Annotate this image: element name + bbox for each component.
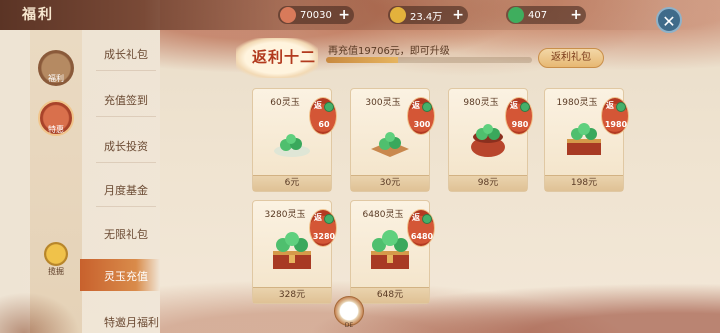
resource-jade: 407 +	[506, 6, 586, 24]
emblem-label: DE	[344, 322, 354, 329]
menu-divider	[96, 162, 156, 163]
rebate-progress-bar	[326, 57, 532, 63]
jade-package-card[interactable]: 300灵玉 返 300 30元	[350, 88, 435, 192]
card-price: 198元	[570, 178, 598, 188]
jade-package-card[interactable]: 3280灵玉 返 3280 328元	[252, 200, 337, 304]
jade-icon	[520, 102, 530, 112]
category-label-welfare: 福利	[48, 74, 64, 83]
silk-icon	[280, 7, 296, 23]
add-jade-button[interactable]: +	[570, 6, 582, 24]
jade-package-card[interactable]: 1980灵玉 返 1980 198元	[544, 88, 629, 192]
close-icon[interactable]: ✕	[656, 7, 682, 33]
rail-decoration	[0, 292, 80, 333]
bonus-label: 返	[510, 101, 518, 110]
bonus-amount: 6480	[410, 232, 434, 241]
card-price-bar: 198元	[545, 175, 623, 191]
category-label-special: 特惠	[48, 125, 64, 134]
jade-package-card[interactable]: 6480灵玉 返 6480 648元	[350, 200, 435, 304]
rebate-gift-button[interactable]: 返利礼包	[538, 48, 604, 68]
jade-chest-icon	[269, 227, 315, 269]
menu-item-monthly-fund[interactable]: 月度基金	[104, 182, 148, 198]
bonus-label: 返	[314, 213, 322, 222]
add-gold-button[interactable]: +	[452, 6, 464, 24]
menu-item-invite-monthly[interactable]: 特邀月福利	[104, 314, 159, 330]
card-title: 3280灵玉	[264, 210, 306, 220]
menu-divider	[96, 70, 156, 71]
top-bar	[0, 0, 720, 30]
recharge-hint: 再充值19706元，即可升级	[328, 46, 450, 57]
category-label-dig: 揽掘	[48, 267, 64, 276]
jade-pouch-icon	[465, 121, 511, 157]
card-price-bar: 648元	[351, 287, 429, 303]
bonus-ribbon: 返 6480	[407, 209, 435, 247]
bonus-ribbon: 返 980	[505, 97, 533, 135]
jade-chest-icon	[367, 227, 413, 269]
card-price-bar: 30元	[351, 175, 429, 191]
coin-icon[interactable]	[44, 242, 68, 266]
jade-icon	[616, 102, 626, 112]
menu-item-growth-pack[interactable]: 成长礼包	[104, 46, 148, 62]
jade-package-card[interactable]: 980灵玉 返 980 98元	[448, 88, 533, 192]
add-silk-button[interactable]: +	[338, 6, 350, 24]
menu-item-recharge-signin[interactable]: 充值签到	[104, 92, 148, 108]
bonus-amount: 3280	[312, 232, 336, 241]
menu-item-jade-recharge[interactable]: 灵玉充值	[104, 268, 148, 284]
bonus-label: 返	[606, 101, 614, 110]
gold-coin-icon	[390, 7, 406, 23]
jade-box-icon	[561, 119, 607, 155]
menu-divider	[96, 116, 156, 117]
jade-icon	[508, 7, 524, 23]
menu-item-growth-invest[interactable]: 成长投资	[104, 138, 148, 154]
bonus-ribbon: 返 60	[309, 97, 337, 135]
resource-jade-value: 407	[528, 9, 548, 21]
card-price: 98元	[477, 178, 499, 188]
bonus-ribbon: 返 300	[407, 97, 435, 135]
resource-silk-value: 70030	[300, 9, 332, 21]
jade-pile-icon	[269, 127, 315, 159]
rebate-level: 返利十二	[252, 48, 317, 66]
jade-icon	[422, 102, 432, 112]
bonus-label: 返	[412, 213, 420, 222]
resource-gold-value: 23.4万	[410, 11, 443, 23]
jade-icon	[422, 214, 432, 224]
bonus-amount: 980	[511, 120, 529, 129]
page-title: 福利	[22, 7, 54, 23]
bonus-amount: 60	[318, 120, 330, 129]
card-title: 300灵玉	[365, 98, 401, 108]
jade-tray-icon	[367, 125, 413, 157]
bonus-amount: 1980	[604, 120, 628, 129]
resource-silk: 70030 +	[278, 6, 354, 24]
bonus-ribbon: 返 1980	[601, 97, 629, 135]
card-price-bar: 328元	[253, 287, 331, 303]
background-scene-bottom	[160, 263, 720, 333]
bonus-amount: 300	[413, 120, 431, 129]
card-price-bar: 98元	[449, 175, 527, 191]
jade-icon	[324, 102, 334, 112]
menu-divider	[96, 206, 156, 207]
jade-package-card[interactable]: 60灵玉 返 60 6元	[252, 88, 337, 192]
bonus-ribbon: 返 3280	[309, 209, 337, 247]
card-price: 328元	[278, 290, 306, 300]
rebate-progress-fill	[326, 57, 399, 63]
resource-gold: 23.4万 +	[388, 6, 468, 24]
card-price: 648元	[376, 290, 404, 300]
jade-icon	[324, 214, 334, 224]
card-title: 6480灵玉	[362, 210, 404, 220]
card-title: 60灵玉	[270, 98, 300, 108]
card-title: 980灵玉	[463, 98, 499, 108]
bonus-label: 返	[314, 101, 322, 110]
card-price-bar: 6元	[253, 175, 331, 191]
menu-item-unlimited-pack[interactable]: 无限礼包	[104, 226, 148, 242]
card-price: 30元	[379, 178, 401, 188]
card-price: 6元	[284, 178, 300, 188]
card-title: 1980灵玉	[556, 98, 598, 108]
bonus-label: 返	[412, 101, 420, 110]
